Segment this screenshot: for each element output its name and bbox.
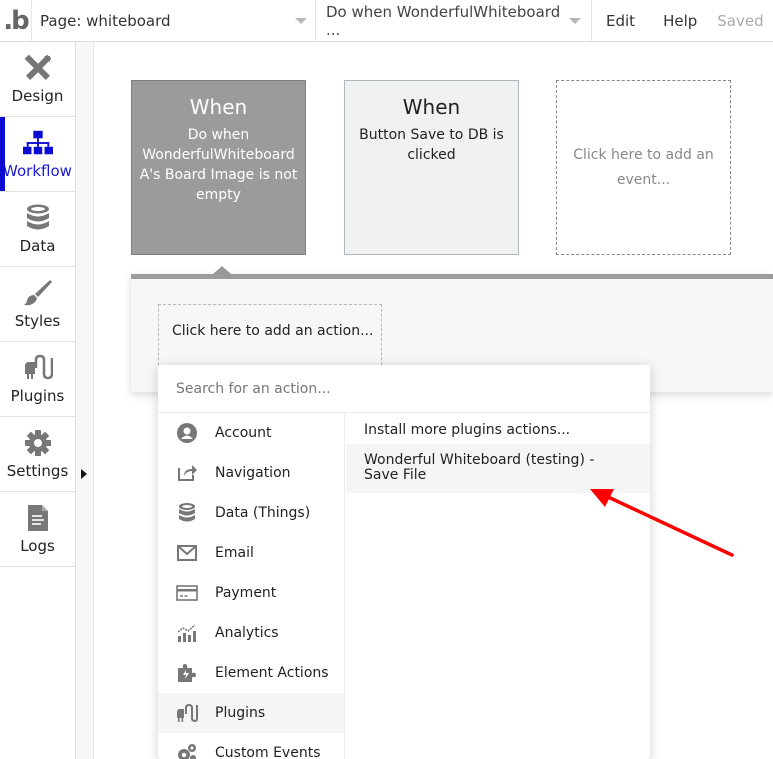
- category-email[interactable]: Email: [158, 533, 344, 573]
- action-category-list: Account Navigation Data (Things) Email P…: [158, 413, 345, 759]
- plug-icon: [23, 353, 53, 383]
- edit-menu[interactable]: Edit: [592, 12, 649, 30]
- sidebar-gutter: [76, 42, 94, 759]
- sidebar-item-workflow[interactable]: Workflow: [0, 117, 75, 192]
- database-icon: [23, 203, 53, 233]
- credit-card-icon: [176, 582, 198, 604]
- add-event-placeholder[interactable]: Click here to add an event...: [556, 80, 731, 255]
- user-circle-icon: [176, 422, 198, 444]
- brush-icon: [23, 278, 53, 308]
- action-dropdown: Account Navigation Data (Things) Email P…: [158, 365, 650, 759]
- add-action-placeholder[interactable]: Click here to add an action...: [158, 304, 382, 370]
- puzzle-bolt-icon: [176, 662, 198, 684]
- category-account[interactable]: Account: [158, 413, 344, 453]
- document-icon: [23, 503, 53, 533]
- category-custom-events[interactable]: Custom Events: [158, 733, 344, 759]
- event-description: Do when WonderfulWhiteboard A's Board Im…: [139, 127, 298, 203]
- chevron-down-icon: [569, 17, 581, 24]
- panel-pointer: [213, 266, 231, 274]
- expand-panel-arrow-icon[interactable]: [81, 469, 87, 479]
- page-select-value: Page: whiteboard: [40, 11, 171, 30]
- share-icon: [176, 462, 198, 484]
- category-navigation[interactable]: Navigation: [158, 453, 344, 493]
- save-status: Saved: [717, 11, 764, 30]
- action-search: [158, 365, 650, 413]
- workflow-select-value: Do when WonderfulWhiteboard ...: [326, 2, 561, 39]
- sidebar-item-settings[interactable]: Settings: [0, 417, 75, 492]
- workflow-icon: [22, 128, 53, 158]
- event-when-label: When: [189, 95, 248, 119]
- event-when-label: When: [402, 95, 461, 119]
- sidebar-item-styles[interactable]: Styles: [0, 267, 75, 342]
- annotation-arrow: [590, 489, 734, 557]
- install-more-plugins-link[interactable]: Install more plugins actions...: [346, 413, 650, 444]
- sidebar-item-plugins[interactable]: Plugins: [0, 342, 75, 417]
- event-card-selected[interactable]: When Do when WonderfulWhiteboard A's Boa…: [131, 80, 306, 255]
- workflow-select[interactable]: Do when WonderfulWhiteboard ...: [316, 0, 592, 41]
- annotation-arrow-shaft: [604, 494, 734, 557]
- design-icon: [23, 53, 53, 83]
- analytics-icon: [176, 622, 198, 644]
- help-menu[interactable]: Help: [649, 12, 711, 30]
- sidebar-item-logs[interactable]: Logs: [0, 492, 75, 567]
- bubble-logo[interactable]: .b: [0, 0, 32, 41]
- sidebar-item-design[interactable]: Design: [0, 42, 75, 117]
- gear-icon: [23, 428, 53, 458]
- page-select[interactable]: Page: whiteboard: [32, 0, 316, 41]
- category-payment[interactable]: Payment: [158, 573, 344, 613]
- event-card[interactable]: When Button Save to DB is clicked: [344, 80, 519, 255]
- category-element-actions[interactable]: Element Actions: [158, 653, 344, 693]
- action-search-input[interactable]: [176, 380, 616, 397]
- category-analytics[interactable]: Analytics: [158, 613, 344, 653]
- database-icon: [176, 502, 198, 524]
- category-data-things[interactable]: Data (Things): [158, 493, 344, 533]
- top-bar: .b Page: whiteboard Do when WonderfulWhi…: [0, 0, 773, 42]
- sidebar-item-data[interactable]: Data: [0, 192, 75, 267]
- gears-icon: [176, 742, 198, 759]
- event-description: Button Save to DB is clicked: [359, 127, 504, 163]
- category-plugins[interactable]: Plugins: [158, 693, 344, 733]
- chevron-down-icon: [295, 17, 307, 24]
- plug-icon: [176, 702, 198, 724]
- sidebar: Design Workflow Data Styles Plugins Sett…: [0, 42, 76, 759]
- envelope-icon: [176, 542, 198, 564]
